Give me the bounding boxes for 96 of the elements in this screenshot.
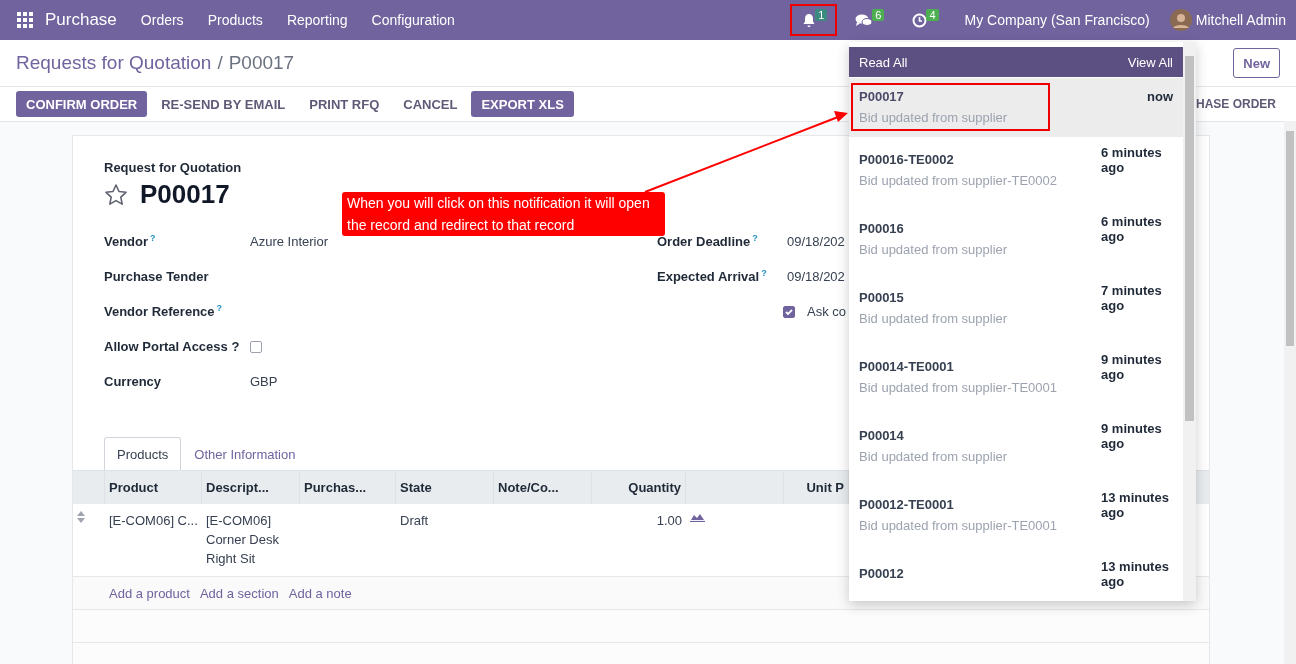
action-button[interactable]: CANCEL <box>393 91 468 117</box>
breadcrumb-separator: / <box>217 52 223 74</box>
notification-title: P00016 <box>859 221 905 236</box>
action-button[interactable]: EXPORT XLS <box>471 91 574 117</box>
read-all-link[interactable]: Read All <box>859 54 908 70</box>
notification-time: 9 minutes ago <box>1101 421 1163 451</box>
notification-time: now <box>1147 89 1173 104</box>
notification-message: Bid updated from supplier <box>859 449 1009 464</box>
notification-title: P00015 <box>859 290 905 305</box>
action-button[interactable]: CONFIRM ORDER <box>16 91 148 117</box>
column-header[interactable]: Note/Co... <box>498 480 559 495</box>
new-button[interactable]: New <box>1233 48 1280 78</box>
notification-time: 9 minutes ago <box>1101 352 1163 382</box>
notification-item[interactable]: P00014-TE0001 Bid updated from supplier-TE0001 9 minutes ago <box>849 344 1183 413</box>
count-badge: 6 <box>872 9 885 21</box>
notification-message: Bid updated from supplier-TE0001 <box>859 380 1058 395</box>
star-icon[interactable] <box>104 182 128 207</box>
field-label: Currency <box>104 374 163 389</box>
breadcrumb-current: P00017 <box>228 52 295 74</box>
menu-item[interactable]: Orders <box>140 12 184 28</box>
action-button[interactable]: RE-SEND BY EMAIL <box>151 91 296 117</box>
table-cell-text: 1.00 <box>656 512 682 530</box>
menu-item[interactable]: Products <box>207 12 263 28</box>
drag-handle-icon[interactable] <box>77 511 85 523</box>
column-header[interactable]: Descript... <box>206 480 269 495</box>
table-cell-text: [E-COM06] Corner Desk Right Sit <box>206 512 280 568</box>
notification-bell-button[interactable]: 1 <box>790 4 838 36</box>
view-all-link[interactable]: View All <box>1127 54 1173 70</box>
notification-time: 6 minutes ago <box>1101 214 1163 244</box>
column-header[interactable]: State <box>400 480 432 495</box>
add-line-link[interactable]: Add a section <box>199 585 279 601</box>
checkbox[interactable] <box>783 305 795 318</box>
notification-message: Bid updated from supplier <box>859 242 1009 257</box>
clock-icon <box>912 12 928 28</box>
column-header[interactable]: Purchas... <box>304 480 367 495</box>
checkbox-label: Ask co <box>807 304 846 319</box>
notification-item[interactable]: P00012-TE0001 Bid updated from supplier-TE0001 13 minutes ago <box>849 482 1183 551</box>
action-button[interactable]: PRINT RFQ <box>299 91 390 117</box>
count-badge: 4 <box>926 9 939 21</box>
app-name[interactable]: Purchase <box>45 10 117 30</box>
field-label: Vendor Reference$^{?}$ <box>104 303 224 320</box>
notification-time: 13 minutes ago <box>1101 559 1170 589</box>
notification-title: P00016-TE0002 <box>859 152 955 167</box>
notification-title: P00017 <box>859 89 905 104</box>
notification-title: P00012-TE0001 <box>859 497 955 512</box>
table-cell-text: Draft <box>400 512 429 530</box>
company-name[interactable]: My Company (San Francisco) <box>964 12 1150 28</box>
apps-menu-icon[interactable] <box>17 12 33 28</box>
notification-message: Bid updated from supplier-TE0001 <box>859 518 1058 533</box>
notification-item[interactable]: P00016 Bid updated from supplier 6 minutes ago <box>849 206 1183 275</box>
field-label: Expected Arrival$^{?}$ <box>657 268 768 285</box>
tab[interactable]: Other Information <box>181 437 309 470</box>
notification-time: 13 minutes ago <box>1101 490 1170 520</box>
notification-message: Bid updated from supplier <box>859 110 1009 125</box>
form-subtitle: Request for Quotation <box>104 160 242 175</box>
field-label: Allow Portal Access ? <box>104 339 241 354</box>
field-label: Purchase Tender <box>104 269 210 284</box>
notification-time: 7 minutes ago <box>1101 283 1163 313</box>
record-title: P00017 <box>140 179 230 210</box>
notification-item[interactable]: P00017 Bid updated from supplier now <box>849 78 1183 137</box>
status-step[interactable]: HASE ORDER <box>1196 97 1276 111</box>
table-cell-text: [E-COM06] C... <box>109 512 198 530</box>
bell-icon <box>802 12 817 28</box>
dropdown-scrollbar[interactable] <box>1183 42 1196 601</box>
add-line-link[interactable]: Add a product <box>109 585 190 601</box>
notification-title: P00014 <box>859 428 905 443</box>
field-value[interactable]: GBP <box>250 374 278 389</box>
notification-title: P00014-TE0001 <box>859 359 955 374</box>
add-line-link[interactable]: Add a note <box>288 585 352 601</box>
field-value[interactable]: 09/18/202 <box>787 234 845 249</box>
notification-message: Bid updated from supplier <box>859 311 1009 326</box>
notification-item[interactable]: P00016-TE0002 Bid updated from supplier-TE0002 6 minutes ago <box>849 137 1183 206</box>
user-avatar[interactable] <box>1169 9 1192 31</box>
field-value[interactable]: Azure Interior <box>250 234 329 249</box>
checkbox[interactable] <box>250 340 262 353</box>
notification-item[interactable]: P00015 Bid updated from supplier 7 minutes ago <box>849 275 1183 344</box>
annotation-callout: When you will click on this notification it will open the record and redirect to that record <box>342 192 665 236</box>
column-header[interactable]: Unit P <box>806 480 844 495</box>
notification-title: P00012 <box>859 566 905 581</box>
notification-item[interactable]: P00012 13 minutes ago <box>849 551 1183 601</box>
notification-item[interactable]: P00014 Bid updated from supplier 9 minutes ago <box>849 413 1183 482</box>
column-header[interactable]: Product <box>109 480 159 495</box>
field-value[interactable]: 09/18/202 <box>787 269 845 284</box>
chat-icon <box>855 13 874 27</box>
column-header[interactable]: Quantity <box>628 480 681 495</box>
count-badge: 1 <box>815 9 828 21</box>
breadcrumb-link[interactable]: Requests for Quotation <box>16 52 212 74</box>
field-label: Vendor$^{?}$ <box>104 233 157 250</box>
notification-message: Bid updated from supplier-TE0002 <box>859 173 1058 188</box>
menu-item[interactable]: Reporting <box>286 12 348 28</box>
page-scrollbar[interactable] <box>1284 121 1296 664</box>
field-label: Order Deadline$^{?}$ <box>657 233 759 250</box>
notification-time: 6 minutes ago <box>1101 145 1163 175</box>
user-name[interactable]: Mitchell Admin <box>1195 12 1286 28</box>
tab[interactable]: Products <box>104 437 182 470</box>
menu-item[interactable]: Configuration <box>371 12 455 28</box>
